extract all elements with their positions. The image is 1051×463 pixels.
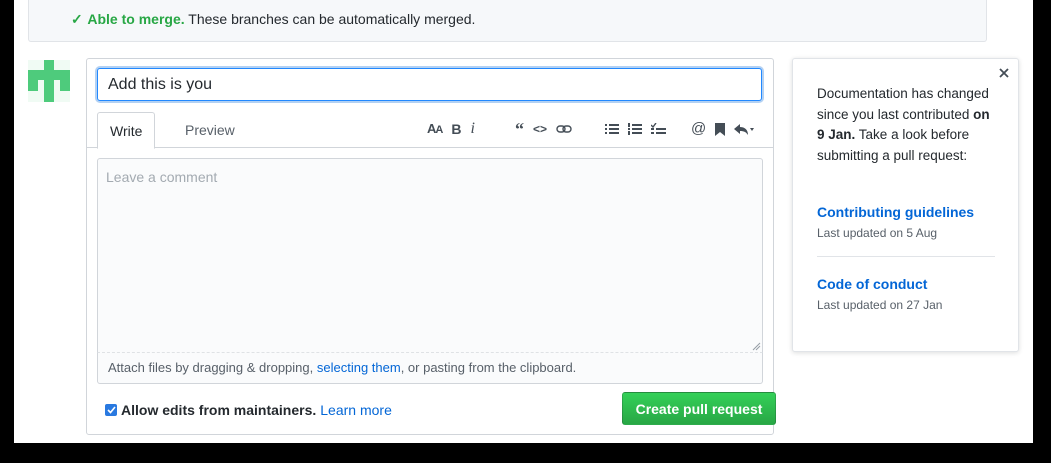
merge-status-bar: ✓ Able to merge. These branches can be a…: [28, 0, 987, 42]
task-list-icon[interactable]: [651, 123, 666, 135]
documentation-popover: Documentation has changed since you last…: [792, 58, 1019, 352]
resize-handle-icon[interactable]: [751, 341, 761, 351]
bullet-list-icon[interactable]: [605, 123, 619, 135]
numbered-list-icon[interactable]: [628, 123, 642, 135]
selecting-them-link[interactable]: selecting them: [317, 360, 401, 375]
allow-edits-label[interactable]: Allow edits from maintainers.: [121, 402, 316, 418]
mention-icon[interactable]: @: [691, 117, 706, 141]
popover-text-before: Documentation has changed since you last…: [817, 86, 989, 122]
toolbar-list-group: [605, 117, 675, 141]
merge-description: These branches can be automatically merg…: [188, 11, 476, 27]
quote-icon[interactable]: “: [515, 117, 524, 141]
allow-edits-row: Allow edits from maintainers. Learn more: [105, 402, 392, 418]
toolbar-misc-group: @: [691, 117, 763, 141]
contributing-guidelines-link[interactable]: Contributing guidelines: [817, 204, 974, 220]
toolbar-insert-group: “ <>: [515, 117, 581, 141]
pull-request-form: Write Preview AA B i “ <> @: [86, 58, 776, 435]
code-of-conduct-link[interactable]: Code of conduct: [817, 276, 927, 292]
merge-status-ok: ✓ Able to merge.: [71, 11, 185, 27]
close-icon[interactable]: [996, 65, 1012, 81]
toolbar-text-group: AA B i: [427, 117, 484, 141]
popover-message: Documentation has changed since you last…: [817, 84, 997, 166]
bold-icon[interactable]: B: [451, 117, 461, 141]
page: ✓ Able to merge. These branches can be a…: [14, 0, 1033, 443]
comment-textarea[interactable]: [97, 158, 763, 353]
italic-icon[interactable]: i: [470, 117, 474, 141]
popover-divider: [817, 256, 995, 257]
code-icon[interactable]: <>: [533, 117, 547, 141]
text-size-icon[interactable]: AA: [427, 117, 443, 142]
attach-text-before: Attach files by dragging & dropping,: [108, 360, 314, 375]
code-of-conduct-updated: Last updated on 27 Jan: [817, 298, 943, 312]
avatar[interactable]: [28, 60, 70, 102]
tab-preview[interactable]: Preview: [173, 112, 247, 148]
create-pull-request-button[interactable]: Create pull request: [622, 392, 776, 425]
tab-write[interactable]: Write: [97, 112, 156, 149]
tabs-divider: [87, 147, 773, 148]
check-icon: ✓: [71, 11, 83, 27]
attach-files-hint: Attach files by dragging & dropping, sel…: [97, 353, 763, 384]
reply-icon[interactable]: [734, 123, 755, 135]
link-icon[interactable]: [556, 123, 572, 135]
merge-status-label: Able to merge.: [87, 11, 185, 27]
merge-status: ✓ Able to merge. These branches can be a…: [71, 11, 475, 28]
allow-edits-checkbox[interactable]: [105, 404, 117, 416]
learn-more-link[interactable]: Learn more: [320, 402, 392, 418]
saved-reply-icon[interactable]: [715, 122, 726, 136]
title-input[interactable]: [97, 68, 762, 101]
attach-text-after: , or pasting from the clipboard.: [400, 360, 577, 375]
contributing-guidelines-updated: Last updated on 5 Aug: [817, 226, 938, 240]
